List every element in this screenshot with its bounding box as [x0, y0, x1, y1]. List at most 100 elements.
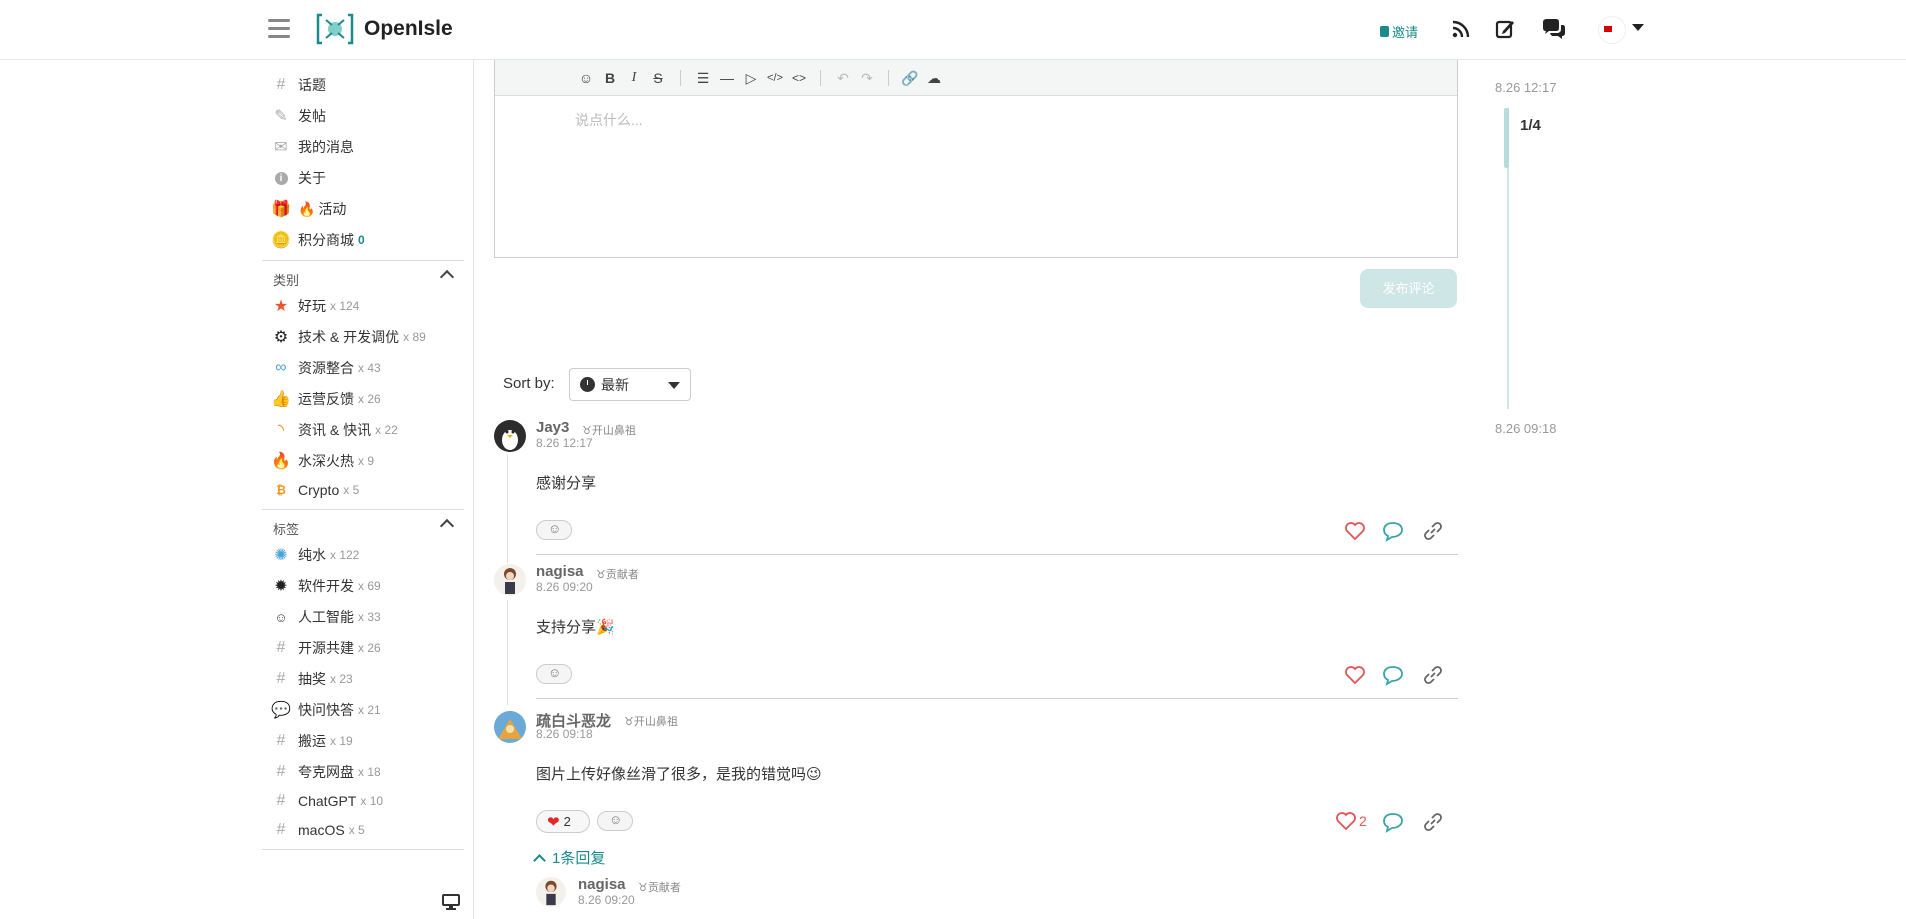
emoji-icon[interactable]: ☺: [577, 69, 595, 87]
logo-icon[interactable]: [316, 12, 354, 46]
collapse-tags-icon[interactable]: [439, 518, 455, 534]
sparkle-icon: ✺: [274, 547, 288, 564]
sidebar-item-label: 积分商城: [298, 232, 354, 248]
sidebar-item-post[interactable]: ✎ 发帖: [272, 105, 326, 127]
heart-icon[interactable]: [1334, 810, 1358, 832]
sidebar-item-category[interactable]: ₿ Crypto x 5: [272, 479, 359, 501]
italic-icon[interactable]: I: [625, 69, 643, 87]
sidebar-item-tag[interactable]: # 抽奖 x 23: [272, 668, 353, 690]
sidebar: # 话题 ✎ 发帖 ✉ 我的消息 i 关于 🎁 🔥 活动 🪙 积分商城 0 类别…: [262, 60, 464, 919]
compose-icon[interactable]: [1494, 18, 1516, 40]
invite-label: 邀请: [1392, 25, 1419, 40]
category-label: 技术 & 开发调优: [298, 329, 400, 345]
toolbar-divider: [820, 70, 821, 86]
sidebar-item-tag[interactable]: ☺ 人工智能 x 33: [272, 606, 380, 628]
hash-icon: #: [276, 670, 286, 687]
reaction-count: 2: [563, 814, 571, 829]
sidebar-item-activity[interactable]: 🎁 🔥 活动: [271, 198, 346, 220]
post-comment-button[interactable]: 发布评论: [1360, 269, 1457, 308]
comment-divider: [536, 554, 1458, 555]
tag-label: 快问快答: [298, 702, 354, 718]
comment-text: 感谢分享: [536, 475, 597, 492]
heart-icon[interactable]: [1344, 664, 1366, 686]
user-avatar[interactable]: [1598, 16, 1626, 44]
sidebar-item-tag[interactable]: 💬 快问快答 x 21: [271, 699, 381, 721]
timeline-position: 1/4: [1520, 117, 1541, 134]
quote-icon[interactable]: ▷: [742, 69, 760, 87]
add-reaction-button[interactable]: [597, 811, 633, 831]
menu-icon[interactable]: [268, 19, 290, 39]
link-icon[interactable]: 🔗: [901, 69, 919, 87]
sidebar-item-category[interactable]: ★ 好玩 x 124: [272, 295, 360, 317]
category-count: x 5: [343, 483, 360, 497]
add-reaction-button[interactable]: [536, 520, 572, 540]
tag-label: 搬运: [298, 733, 326, 749]
category-label: 水深火热: [298, 453, 354, 469]
monitor-icon[interactable]: [442, 894, 460, 910]
tags-section-header: 标签: [262, 509, 464, 537]
horizontal-rule-icon[interactable]: —: [718, 69, 736, 87]
sidebar-item-tag[interactable]: ✹ 软件开发 x 69: [272, 575, 380, 597]
sidebar-item-about[interactable]: i 关于: [272, 167, 326, 189]
rss-icon[interactable]: [1450, 18, 1472, 40]
sidebar-item-tag[interactable]: # 搬运 x 19: [272, 730, 353, 752]
sort-select[interactable]: 最新: [569, 368, 691, 401]
collapse-categories-icon[interactable]: [439, 269, 455, 285]
sidebar-item-tag[interactable]: # 夸克网盘 x 18: [272, 761, 381, 783]
reply-icon[interactable]: [1382, 520, 1404, 542]
sidebar-item-category[interactable]: ∞ 资源整合 x 43: [272, 357, 381, 379]
link-icon[interactable]: [1422, 664, 1444, 686]
code-block-icon[interactable]: </>: [766, 69, 784, 87]
sidebar-item-category[interactable]: ◝ 资讯 & 快讯 x 22: [272, 419, 398, 441]
undo-icon[interactable]: ↶: [834, 69, 852, 87]
comment-divider: [536, 698, 1458, 699]
avatar[interactable]: [536, 877, 566, 907]
sidebar-item-points-mall[interactable]: 🪙 积分商城 0: [271, 229, 365, 251]
sidebar-item-tag[interactable]: # macOS x 5: [272, 819, 365, 841]
editor-toolbar: ☺ B I S ☰ — ▷ </> <> ↶ ↷ 🔗 ☁: [495, 60, 1457, 96]
redo-icon[interactable]: ↷: [858, 69, 876, 87]
reply-author[interactable]: nagisa: [578, 876, 626, 893]
reply-icon[interactable]: [1382, 664, 1404, 686]
avatar[interactable]: [494, 564, 526, 596]
sidebar-item-category[interactable]: ⚙ 技术 & 开发调优 x 89: [272, 326, 426, 348]
brand-name[interactable]: OpenIsle: [364, 17, 453, 41]
sidebar-item-tag[interactable]: # 开源共建 x 26: [272, 637, 381, 659]
sidebar-item-messages[interactable]: ✉ 我的消息: [272, 136, 354, 158]
sidebar-item-category[interactable]: 🔥 水深火热 x 9: [271, 450, 374, 472]
tag-count: x 26: [358, 641, 381, 655]
category-count: x 43: [358, 361, 381, 375]
strikethrough-icon[interactable]: S: [649, 69, 667, 87]
hash-icon: #: [276, 792, 286, 809]
avatar[interactable]: [494, 711, 526, 743]
sort-selected-value: 最新: [601, 376, 629, 393]
sidebar-item-tag[interactable]: # ChatGPT x 10: [272, 790, 384, 812]
invite-link[interactable]: 邀请: [1380, 22, 1418, 41]
sidebar-item-topics[interactable]: # 话题: [272, 74, 326, 96]
tag-label: macOS: [298, 822, 345, 838]
inline-code-icon[interactable]: <>: [790, 69, 808, 87]
link-icon[interactable]: [1422, 520, 1444, 542]
hash-icon: #: [276, 639, 286, 656]
link-icon[interactable]: [1422, 811, 1444, 833]
reply-icon[interactable]: [1382, 811, 1404, 833]
user-menu-caret-icon[interactable]: [1632, 24, 1644, 31]
sidebar-item-category[interactable]: 👍 运营反馈 x 26: [271, 388, 381, 410]
sidebar-item-tag[interactable]: ✺ 纯水 x 122: [272, 544, 359, 566]
heart-icon[interactable]: [1344, 520, 1366, 542]
upload-icon[interactable]: ☁: [925, 69, 943, 87]
add-reaction-button[interactable]: [536, 664, 572, 684]
list-icon[interactable]: ☰: [694, 69, 712, 87]
hash-icon: #: [276, 763, 286, 780]
comment-author[interactable]: nagisa: [536, 563, 584, 580]
avatar[interactable]: [494, 420, 526, 452]
timeline-thumb[interactable]: [1504, 108, 1509, 168]
chat-icon[interactable]: [1541, 18, 1567, 40]
comment-text: 图片上传好像丝滑了很多，是我的错觉吗😉: [536, 766, 822, 783]
comment-author[interactable]: Jay3: [536, 419, 569, 436]
bold-icon[interactable]: B: [601, 69, 619, 87]
replies-toggle[interactable]: 1条回复: [533, 847, 605, 868]
comment-textarea[interactable]: 说点什么...: [575, 110, 1435, 240]
flame-icon: 🔥: [271, 453, 291, 470]
heart-reaction-chip[interactable]: ❤ 2: [536, 810, 590, 833]
